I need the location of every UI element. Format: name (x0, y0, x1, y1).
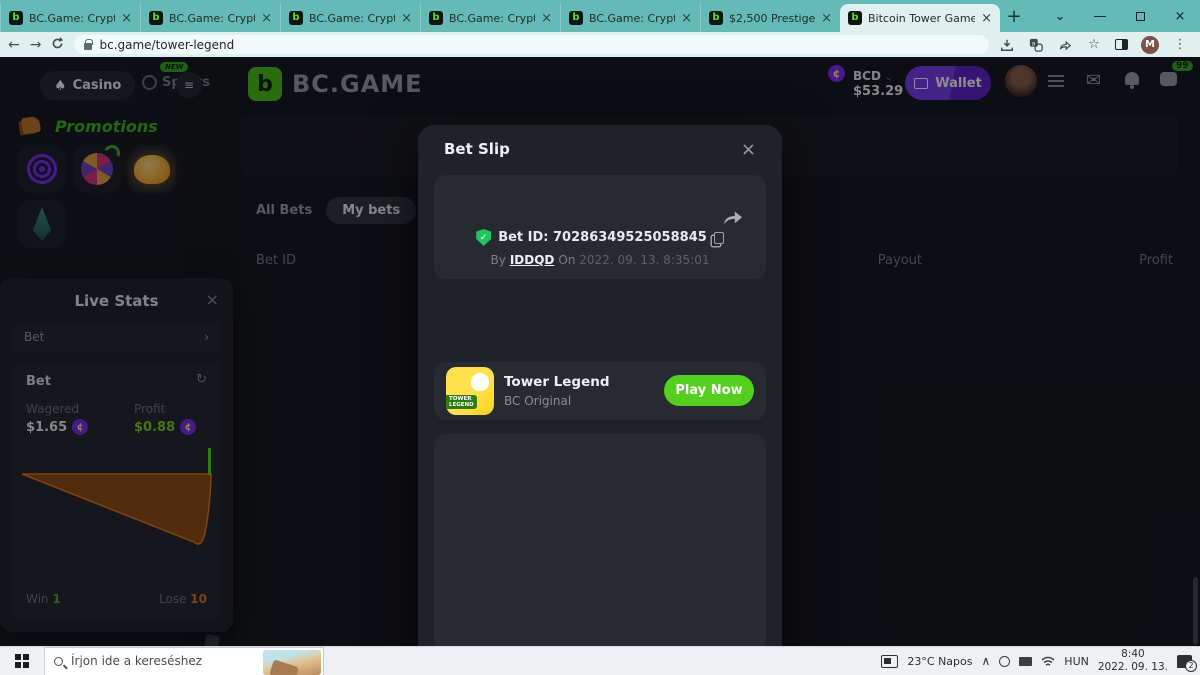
tab-search-icon[interactable]: ⌄ (1040, 0, 1080, 32)
onedrive-icon[interactable] (999, 656, 1010, 667)
modal-header: Bet Slip × (418, 125, 782, 173)
tab-close-icon[interactable]: × (261, 12, 272, 25)
toolbar-icons: a ☆ M ⋮ (999, 36, 1192, 54)
site-favicon-icon: b (709, 11, 723, 25)
site-favicon-icon: b (9, 11, 23, 25)
address-bar[interactable]: bc.game/tower-legend (74, 35, 989, 54)
reload-button[interactable] (51, 37, 64, 53)
windows-logo-icon (15, 654, 29, 668)
game-title: Tower Legend (504, 374, 610, 390)
search-placeholder: Írjon ide a kereséshez (71, 654, 202, 668)
tab-title: BC.Game: Crypto Casi (169, 12, 255, 25)
copy-icon[interactable] (714, 232, 724, 244)
tray-time: 8:40 (1121, 648, 1145, 660)
taskbar-search[interactable]: Írjon ide a kereséshez (44, 647, 324, 675)
tray-expand-icon[interactable]: ∧ (982, 654, 991, 668)
browser-tab[interactable]: b BC.Game: Crypto Casi × (0, 4, 140, 32)
search-highlight-image[interactable] (263, 650, 321, 675)
clock[interactable]: 8:40 2022. 09. 13. (1098, 648, 1168, 674)
url-text: bc.game/tower-legend (99, 38, 234, 52)
bet-slip-modal: Bet Slip × ✓ Bet ID: 70286349525058845 B… (418, 125, 782, 646)
tab-close-icon[interactable]: × (981, 12, 992, 25)
screen: b BC.Game: Crypto Casi × b BC.Game: Crypto C… (0, 0, 1200, 675)
bet-id-value: 70286349525058845 (553, 230, 707, 245)
bet-info-card: ✓ Bet ID: 70286349525058845 By IDDQDOn 20… (434, 175, 766, 279)
tab-close-icon[interactable]: × (401, 12, 412, 25)
site-favicon-icon: b (569, 11, 583, 25)
tab-title: BC.Game: Crypto Casi (309, 12, 395, 25)
side-panel-icon[interactable] (1115, 39, 1128, 50)
username-link[interactable]: IDDQD (510, 253, 555, 267)
play-now-button[interactable]: Play Now (664, 375, 754, 406)
game-badge: TOWERLEGEND (446, 395, 477, 409)
modal-title: Bet Slip (444, 140, 510, 158)
verified-shield-icon: ✓ (476, 229, 491, 246)
bet-byline: By IDDQDOn 2022. 09. 13. 8:35:01 (434, 253, 766, 267)
game-card: TOWERLEGEND Tower Legend BC Original Pla… (434, 362, 766, 420)
wifi-icon[interactable] (1041, 656, 1055, 667)
minimize-button[interactable]: — (1080, 0, 1120, 32)
weather-text[interactable]: 23°C Napos (907, 655, 972, 668)
browser-toolbar: ← → bc.game/tower-legend a ☆ M ⋮ (0, 32, 1200, 57)
site-favicon-icon: b (289, 11, 303, 25)
tray-date: 2022. 09. 13. (1098, 661, 1168, 673)
tab-title: $2,500 Prestige Towe (729, 12, 815, 25)
bookmark-star-icon[interactable]: ☆ (1086, 37, 1102, 53)
browser-tab[interactable]: b BC.Game: Crypto Casi × (420, 4, 560, 32)
browser-tab[interactable]: b Bitcoin Tower Game - × (840, 4, 1000, 32)
lock-icon (84, 43, 92, 50)
browser-tab[interactable]: b BC.Game: Crypto Casi × (280, 4, 420, 32)
window-controls: ⌄ — × (1040, 0, 1200, 32)
page: ♠ Casino Sports NEW ≡ b BC.GAME ¢ BCD⌄ $… (0, 57, 1200, 646)
share-bet-icon[interactable] (722, 207, 744, 229)
language-indicator[interactable]: HUN (1064, 655, 1089, 668)
download-icon[interactable] (999, 37, 1015, 53)
game-art (471, 373, 489, 391)
browser-tab[interactable]: b BC.Game: Crypto Casi × (560, 4, 700, 32)
modal-close-icon[interactable]: × (741, 139, 756, 160)
browser-tab-strip: b BC.Game: Crypto Casi × b BC.Game: Crypto C… (0, 0, 1200, 32)
tab-close-icon[interactable]: × (541, 12, 552, 25)
bet-id-line: ✓ Bet ID: 70286349525058845 (434, 229, 766, 246)
tower-grid-card (434, 434, 766, 646)
back-button[interactable]: ← (8, 38, 20, 52)
browser-tab[interactable]: b BC.Game: Crypto Casi × (140, 4, 280, 32)
tray-device-icon[interactable] (1019, 657, 1032, 666)
restore-button[interactable] (1120, 0, 1160, 32)
site-favicon-icon: b (149, 11, 163, 25)
search-icon (54, 657, 63, 666)
tower-legend-thumbnail[interactable]: TOWERLEGEND (446, 367, 494, 415)
site-favicon-icon: b (848, 11, 862, 25)
on-label: On (558, 253, 575, 267)
tab-close-icon[interactable]: × (821, 12, 832, 25)
tab-title: BC.Game: Crypto Casi (29, 12, 115, 25)
notification-count: 2 (1185, 660, 1197, 672)
forward-button[interactable]: → (30, 38, 42, 52)
share-icon[interactable] (1057, 37, 1073, 53)
start-button[interactable] (0, 647, 44, 675)
news-widget-icon[interactable] (881, 655, 898, 668)
tabs-container: b BC.Game: Crypto Casi × b BC.Game: Crypto C… (0, 4, 1000, 32)
site-favicon-icon: b (429, 11, 443, 25)
new-tab-button[interactable]: + (1000, 4, 1028, 32)
tab-title: Bitcoin Tower Game - (868, 12, 975, 25)
bet-id-label: Bet ID: (498, 230, 548, 245)
browser-profile-avatar[interactable]: M (1141, 36, 1159, 54)
browser-tab[interactable]: b $2,500 Prestige Towe × (700, 4, 840, 32)
taskbar: Írjon ide a kereséshez 23°C Napos ∧ HUN … (0, 646, 1200, 675)
game-provider: BC Original (504, 394, 571, 408)
browser-menu-icon[interactable]: ⋮ (1172, 37, 1188, 53)
close-window-button[interactable]: × (1160, 0, 1200, 32)
system-tray: 23°C Napos ∧ HUN 8:40 2022. 09. 13. 2 (881, 648, 1200, 674)
action-center-icon[interactable]: 2 (1177, 655, 1192, 668)
tab-close-icon[interactable]: × (121, 12, 132, 25)
tab-title: BC.Game: Crypto Casi (589, 12, 675, 25)
tab-title: BC.Game: Crypto Casi (449, 12, 535, 25)
bet-datetime: 2022. 09. 13. 8:35:01 (579, 253, 709, 267)
by-label: By (490, 253, 505, 267)
translate-icon[interactable]: a (1028, 37, 1044, 53)
tab-close-icon[interactable]: × (681, 12, 692, 25)
